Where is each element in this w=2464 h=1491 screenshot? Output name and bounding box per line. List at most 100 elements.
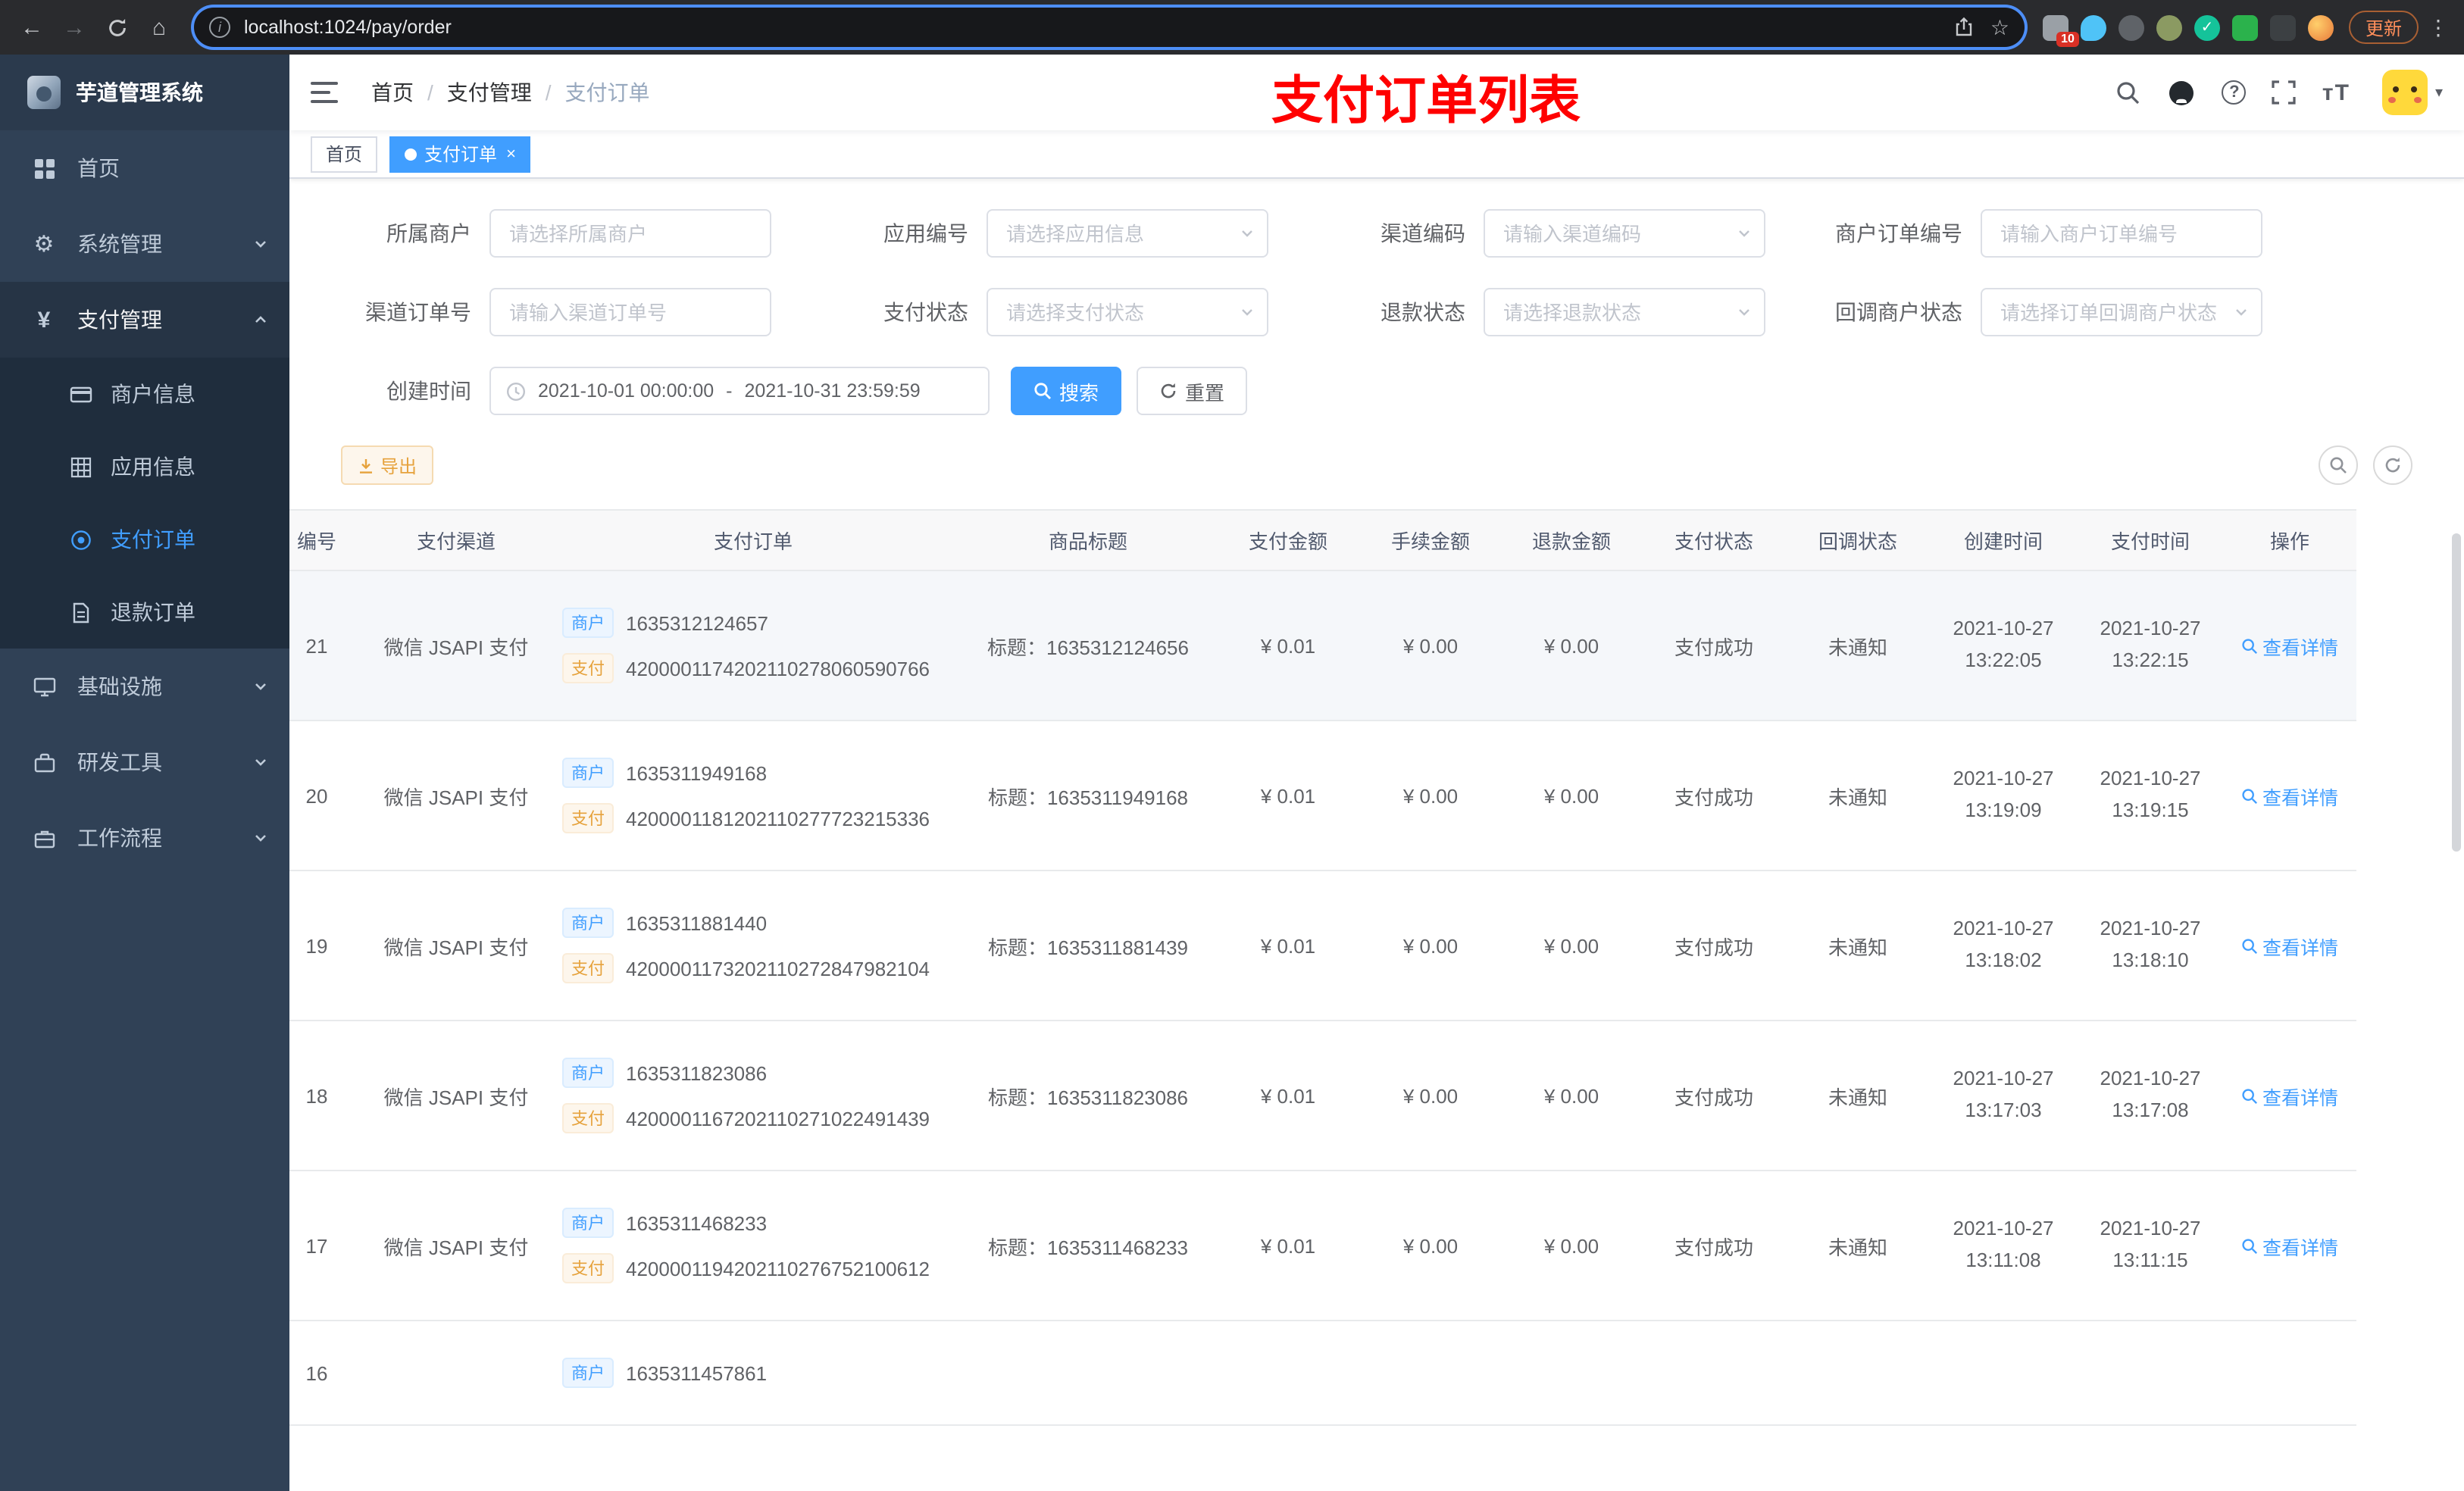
sidebar-item-infra[interactable]: 基础设施 bbox=[0, 649, 289, 724]
page-scrollbar[interactable] bbox=[2452, 533, 2461, 852]
bank-card-icon bbox=[67, 383, 94, 405]
pay-tag: 支付 bbox=[562, 803, 614, 833]
view-detail-link[interactable]: 查看详情 bbox=[2241, 931, 2338, 960]
forward-icon[interactable]: → bbox=[58, 11, 91, 44]
sidebar-item-pay[interactable]: ¥ 支付管理 bbox=[0, 282, 289, 358]
chevron-down-icon bbox=[255, 759, 266, 766]
sidebar-item-refund-order[interactable]: 退款订单 bbox=[0, 576, 289, 649]
share-icon[interactable] bbox=[1954, 17, 1975, 38]
extension-chat-icon[interactable] bbox=[2231, 14, 2258, 40]
monitor-icon bbox=[30, 675, 58, 698]
chevron-down-icon bbox=[255, 241, 266, 248]
extension-icon-gray[interactable] bbox=[2118, 14, 2144, 40]
font-size-icon[interactable]: тT bbox=[2322, 80, 2350, 105]
notify-status-field[interactable] bbox=[1981, 288, 2262, 336]
extension-drop-icon[interactable] bbox=[2080, 14, 2106, 40]
view-detail-link[interactable]: 查看详情 bbox=[2241, 1081, 2338, 1110]
sidebar-item-pay-order[interactable]: 支付订单 bbox=[0, 503, 289, 576]
tag-pay-order[interactable]: 支付订单 × bbox=[389, 136, 531, 172]
filter-label-app: 应用编号 bbox=[883, 221, 968, 245]
toggle-search-button[interactable] bbox=[2319, 445, 2358, 485]
extension-icon-olive[interactable] bbox=[2156, 14, 2182, 40]
home-icon[interactable]: ⌂ bbox=[142, 11, 176, 44]
help-icon[interactable]: ? bbox=[2222, 80, 2247, 105]
back-icon[interactable]: ← bbox=[15, 11, 48, 44]
pay-tag: 支付 bbox=[562, 1103, 614, 1133]
merchant-tag: 商户 bbox=[562, 1208, 614, 1238]
tag-close-icon[interactable]: × bbox=[506, 145, 516, 163]
site-info-icon[interactable]: i bbox=[209, 17, 230, 38]
reset-button[interactable]: 重置 bbox=[1137, 367, 1248, 415]
filter-label-merchant-order-no: 商户订单编号 bbox=[1835, 221, 1962, 245]
sidebar-menu: 首页 ⚙ 系统管理 ¥ 支付管理 商户信息 应用信息 支付订单 退款订单 基础设… bbox=[0, 130, 289, 876]
channel-order-no: 4200001167202110271022491439 bbox=[626, 1107, 930, 1130]
browser-update-button[interactable]: 更新 bbox=[2348, 11, 2419, 44]
table-row[interactable]: 19 微信 JSAPI 支付 商户 1635311881440 支付 4200001… bbox=[289, 871, 2356, 1021]
breadcrumb-current: 支付订单 bbox=[564, 80, 650, 105]
search-icon[interactable] bbox=[2116, 80, 2142, 105]
pay-tag: 支付 bbox=[562, 1253, 614, 1283]
extensions-puzzle-icon[interactable]: 10 bbox=[2042, 14, 2079, 46]
merchant-order-no-input[interactable] bbox=[1981, 209, 2262, 258]
breadcrumb-pay[interactable]: 支付管理 bbox=[447, 77, 532, 108]
notify-status-select[interactable] bbox=[1981, 288, 2262, 336]
filter-label-channel-order-no: 渠道订单号 bbox=[365, 300, 471, 324]
table-row[interactable]: 16 商户 1635311457861 bbox=[289, 1321, 2356, 1426]
pay-status-field[interactable] bbox=[987, 288, 1268, 336]
merchant-input-field[interactable] bbox=[489, 209, 771, 258]
extension-face-icon[interactable] bbox=[2307, 14, 2334, 40]
channel-code-select[interactable] bbox=[1484, 209, 1765, 258]
breadcrumb-home[interactable]: 首页 bbox=[371, 77, 414, 108]
tags-view: 首页 支付订单 × bbox=[289, 130, 2464, 179]
filter-label-create-time: 创建时间 bbox=[386, 379, 471, 403]
view-detail-link[interactable]: 查看详情 bbox=[2241, 1231, 2338, 1260]
browser-toolbar: ← → ⌂ i localhost:1024/pay/order ☆ 10 ✓ bbox=[0, 0, 2464, 55]
extension-dark-icon[interactable] bbox=[2269, 14, 2296, 40]
table-row[interactable]: 20 微信 JSAPI 支付 商户 1635311949168 支付 4200001… bbox=[289, 720, 2356, 871]
app-logo[interactable]: 芋道管理系统 bbox=[0, 55, 289, 130]
fullscreen-icon[interactable] bbox=[2272, 80, 2297, 105]
sidebar-toggle-icon[interactable] bbox=[311, 76, 344, 109]
merchant-order-no-field[interactable] bbox=[1981, 209, 2262, 258]
view-detail-link[interactable]: 查看详情 bbox=[2241, 781, 2338, 810]
sidebar-item-workflow[interactable]: 工作流程 bbox=[0, 800, 289, 876]
table-row[interactable]: 18 微信 JSAPI 支付 商户 1635311823086 支付 4200001… bbox=[289, 1021, 2356, 1171]
sidebar-item-devtools[interactable]: 研发工具 bbox=[0, 724, 289, 800]
user-menu[interactable]: ▾ bbox=[2381, 70, 2443, 115]
extension-check-icon[interactable]: ✓ bbox=[2194, 14, 2220, 40]
refresh-table-button[interactable] bbox=[2373, 445, 2412, 485]
refund-status-field[interactable] bbox=[1484, 288, 1765, 336]
create-time-range-picker[interactable]: 2021-10-01 00:00:00 - 2021-10-31 23:59:5… bbox=[489, 367, 990, 415]
channel-order-no: 4200001174202110278060590766 bbox=[626, 657, 930, 680]
table-row[interactable]: 21 微信 JSAPI 支付 商户 1635312124657 支付 4200001… bbox=[289, 570, 2356, 721]
tag-home[interactable]: 首页 bbox=[311, 136, 378, 172]
sidebar-item-merchant-info[interactable]: 商户信息 bbox=[0, 358, 289, 430]
channel-order-no-field[interactable] bbox=[489, 288, 771, 336]
merchant-input[interactable] bbox=[489, 209, 771, 258]
search-button[interactable]: 搜索 bbox=[1011, 367, 1122, 415]
refund-status-select[interactable] bbox=[1484, 288, 1765, 336]
reload-icon[interactable] bbox=[100, 11, 133, 44]
browser-menu-icon[interactable]: ⋮ bbox=[2428, 14, 2449, 40]
page-content: 所属商户 应用编号 渠道编码 bbox=[289, 179, 2464, 1426]
target-icon bbox=[67, 528, 94, 551]
breadcrumb: 首页 / 支付管理 / 支付订单 bbox=[371, 77, 650, 108]
app-select-field[interactable] bbox=[987, 209, 1268, 258]
sidebar-item-app-info[interactable]: 应用信息 bbox=[0, 430, 289, 503]
table-row[interactable]: 17 微信 JSAPI 支付 商户 1635311468233 支付 4200001… bbox=[289, 1171, 2356, 1321]
github-icon[interactable] bbox=[2168, 78, 2197, 107]
channel-code-field[interactable] bbox=[1484, 209, 1765, 258]
sidebar-item-home[interactable]: 首页 bbox=[0, 130, 289, 206]
export-button[interactable]: 导出 bbox=[341, 445, 434, 485]
view-detail-link[interactable]: 查看详情 bbox=[2241, 631, 2338, 660]
sidebar-item-system[interactable]: ⚙ 系统管理 bbox=[0, 206, 289, 282]
bookmark-star-icon[interactable]: ☆ bbox=[1990, 14, 2009, 40]
merchant-order-no: 1635312124657 bbox=[626, 611, 768, 634]
url-text[interactable]: localhost:1024/pay/order bbox=[244, 17, 1954, 38]
dashboard-icon bbox=[30, 157, 58, 180]
pay-status-select[interactable] bbox=[987, 288, 1268, 336]
address-bar[interactable]: i localhost:1024/pay/order ☆ bbox=[194, 8, 2025, 47]
filter-row-3: 创建时间 2021-10-01 00:00:00 - 2021-10-31 23… bbox=[320, 367, 2434, 415]
channel-order-no-input[interactable] bbox=[489, 288, 771, 336]
app-select[interactable] bbox=[987, 209, 1268, 258]
